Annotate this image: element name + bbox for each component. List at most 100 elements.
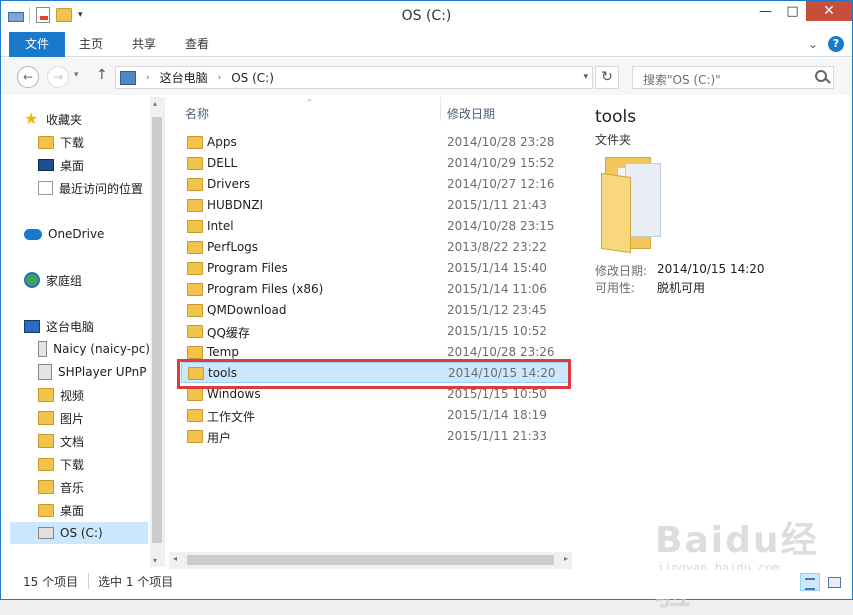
file-date: 2015/1/14 15:40	[447, 261, 547, 275]
nav-recent-places[interactable]: 最近访问的位置	[38, 177, 143, 199]
nav-homegroup[interactable]: 家庭组	[24, 269, 82, 291]
nav-naicy[interactable]: Naicy (naicy-pc)	[38, 338, 150, 360]
table-row[interactable]: Windows 2015/1/15 10:50	[181, 384, 571, 405]
up-button[interactable]: ↑	[96, 67, 108, 83]
details-view-icon[interactable]	[800, 573, 820, 591]
scroll-left-icon[interactable]: ◂	[173, 554, 177, 563]
column-header-date[interactable]: 修改日期	[447, 105, 495, 122]
tab-file[interactable]: 文件	[9, 32, 65, 57]
nav-item-label: 最近访问的位置	[59, 181, 144, 196]
address-bar[interactable]: › 这台电脑 › OS (C:) ▾	[115, 66, 593, 89]
nav-onedrive[interactable]: OneDrive	[24, 223, 104, 245]
baidu-jingyan-watermark: Baidu经验 jingyan.baidu.com	[641, 501, 841, 613]
nav-downloads-fav[interactable]: 下载	[38, 131, 84, 153]
nav-desktop-fav[interactable]: 桌面	[38, 154, 84, 176]
file-name: PerfLogs	[207, 240, 259, 254]
column-divider[interactable]	[440, 97, 441, 121]
details-title: tools	[595, 107, 637, 127]
nav-this-pc[interactable]: 这台电脑	[24, 315, 94, 337]
table-row[interactable]: 工作文件 2015/1/14 18:19	[181, 405, 571, 426]
file-name: Temp	[207, 345, 239, 359]
table-row[interactable]: Intel 2014/10/28 23:15	[181, 216, 571, 237]
table-row[interactable]: Program Files (x86) 2015/1/14 11:06	[181, 279, 571, 300]
folder-icon	[38, 135, 54, 149]
table-row[interactable]: DELL 2014/10/29 15:52	[181, 153, 571, 174]
search-icon[interactable]	[815, 70, 827, 82]
recent-locations-dropdown[interactable]: ▾	[74, 70, 79, 80]
navpane-scrollbar[interactable]: ▴ ▾	[150, 97, 165, 567]
folder-icon	[187, 241, 203, 254]
file-list-horizontal-scrollbar[interactable]: ◂ ▸	[169, 552, 572, 569]
tab-share[interactable]: 共享	[119, 32, 169, 57]
scroll-up-icon[interactable]: ▴	[153, 99, 157, 108]
drive-icon	[38, 527, 54, 539]
nav-item-label: 图片	[60, 411, 85, 426]
nav-item-label: 音乐	[60, 480, 85, 495]
table-row[interactable]: QMDownload 2015/1/12 23:45	[181, 300, 571, 321]
help-icon[interactable]: ?	[828, 36, 844, 52]
breadcrumb-this-pc[interactable]: 这台电脑	[160, 69, 208, 86]
column-headers: ^ 名称 修改日期	[169, 97, 572, 123]
table-row[interactable]: HUBDNZI 2015/1/11 21:43	[181, 195, 571, 216]
media-device-icon	[38, 341, 48, 357]
file-name: Program Files	[207, 261, 288, 275]
table-row[interactable]: QQ缓存 2015/1/15 10:52	[181, 321, 571, 342]
nav-favorites[interactable]: ★ 收藏夹	[24, 108, 82, 130]
nav-desktop[interactable]: 桌面	[38, 499, 84, 521]
nav-music[interactable]: 音乐	[38, 476, 84, 498]
file-name: Windows	[207, 387, 261, 401]
nav-os-c[interactable]: OS (C:)	[10, 522, 148, 544]
nav-videos[interactable]: 视频	[38, 384, 84, 406]
nav-item-label: 桌面	[60, 158, 85, 173]
table-row[interactable]: Temp 2014/10/28 23:26	[181, 342, 571, 363]
table-row-selected[interactable]: tools 2014/10/15 14:20	[181, 362, 571, 383]
nav-pictures[interactable]: 图片	[38, 407, 84, 429]
table-row[interactable]: PerfLogs 2013/8/22 23:22	[181, 237, 571, 258]
scroll-down-icon[interactable]: ▾	[153, 556, 157, 565]
search-box[interactable]: 搜索"OS (C:)"	[632, 66, 834, 89]
nav-downloads[interactable]: 下载	[38, 453, 84, 475]
table-row[interactable]: Drivers 2014/10/27 12:16	[181, 174, 571, 195]
music-folder-icon	[38, 480, 54, 494]
title-bar: ▾ OS (C:) — □ ✕	[1, 1, 852, 32]
breadcrumb-os-c[interactable]: OS (C:)	[231, 71, 274, 85]
table-row[interactable]: Apps 2014/10/28 23:28	[181, 132, 571, 153]
forward-button[interactable]: →	[47, 66, 69, 88]
nav-shplayer[interactable]: SHPlayer UPnP	[38, 361, 150, 383]
large-icons-view-icon[interactable]	[824, 573, 844, 591]
details-modified-label: 修改日期:	[595, 264, 648, 278]
nav-item-label: 这台电脑	[46, 319, 95, 334]
folder-icon	[187, 304, 203, 317]
details-type: 文件夹	[595, 133, 632, 147]
minimize-button[interactable]: —	[752, 1, 779, 21]
search-input[interactable]: 搜索"OS (C:)"	[643, 71, 721, 88]
file-date: 2014/10/15 14:20	[448, 366, 556, 380]
file-name: HUBDNZI	[207, 198, 264, 212]
file-name: QQ缓存	[207, 326, 250, 340]
file-date: 2015/1/11 21:33	[447, 429, 547, 443]
maximize-button[interactable]: □	[779, 1, 806, 21]
table-row[interactable]: Program Files 2015/1/14 15:40	[181, 258, 571, 279]
scrollbar-thumb[interactable]	[152, 117, 162, 543]
table-row[interactable]: 用户 2015/1/11 21:33	[181, 426, 571, 447]
tab-home[interactable]: 主页	[67, 32, 115, 57]
scrollbar-thumb[interactable]	[187, 555, 554, 565]
address-dropdown-icon[interactable]: ▾	[583, 72, 588, 82]
folder-icon	[187, 283, 203, 296]
refresh-button[interactable]: ↻	[595, 66, 619, 89]
computer-icon	[24, 319, 40, 333]
pictures-folder-icon	[38, 411, 54, 425]
folder-icon	[187, 346, 203, 359]
back-button[interactable]: ←	[17, 66, 39, 88]
breadcrumb-chevron-icon[interactable]: ›	[218, 73, 222, 83]
nav-documents[interactable]: 文档	[38, 430, 84, 452]
details-availability-value[interactable]: 脱机可用	[657, 279, 705, 296]
breadcrumb-chevron-icon[interactable]: ›	[146, 73, 150, 83]
scroll-right-icon[interactable]: ▸	[564, 554, 568, 563]
tab-view[interactable]: 查看	[173, 32, 221, 57]
recent-places-icon	[38, 181, 53, 195]
close-button[interactable]: ✕	[806, 1, 852, 21]
expand-ribbon-icon[interactable]: ⌄	[808, 37, 818, 51]
status-separator	[88, 573, 89, 589]
column-header-name[interactable]: 名称	[185, 105, 209, 122]
